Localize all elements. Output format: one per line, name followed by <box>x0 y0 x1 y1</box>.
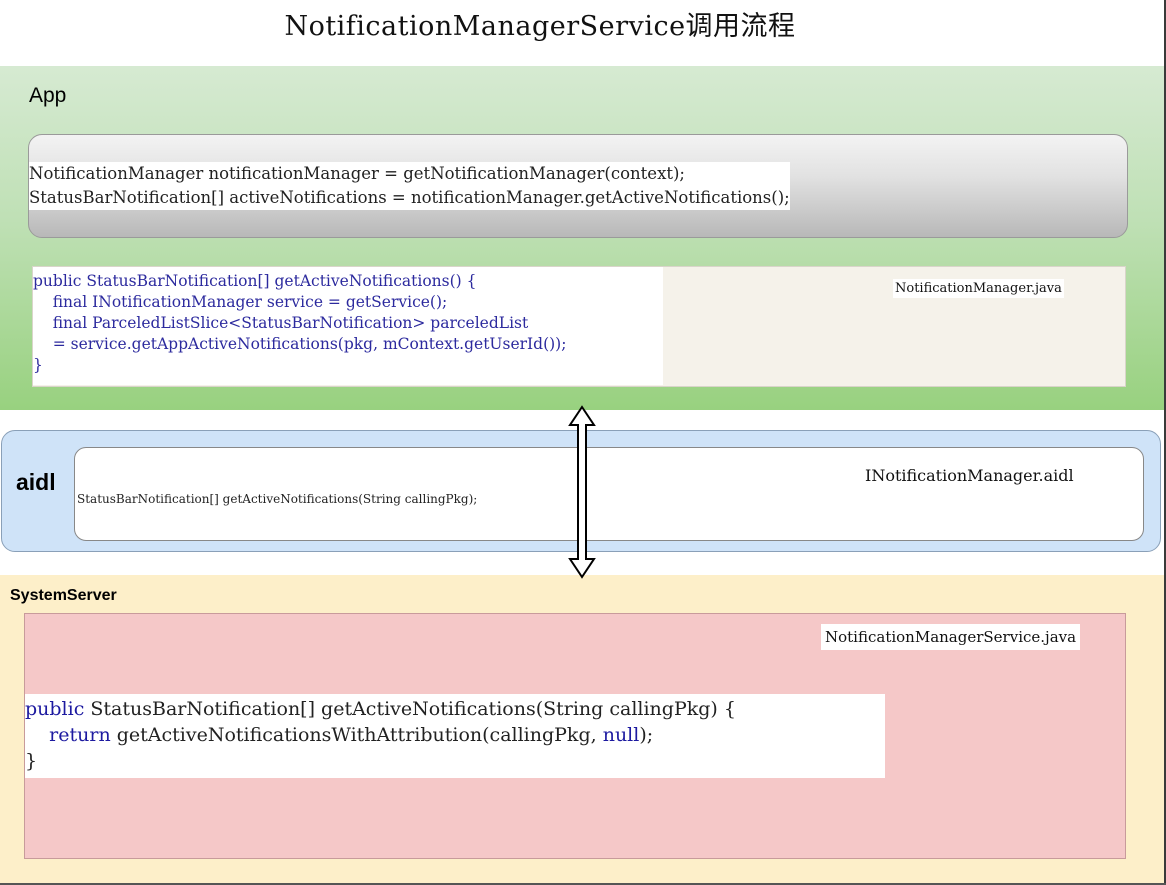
code-text: getActiveNotificationsWithAttribution(ca… <box>110 724 603 746</box>
aidl-code: StatusBarNotification[] getActiveNotific… <box>77 492 478 506</box>
code-line: public StatusBarNotification[] getActive… <box>33 272 477 290</box>
code-line: } <box>33 356 43 374</box>
ipc-double-arrow-icon <box>568 405 596 579</box>
aidl-interface-box: StatusBarNotification[] getActiveNotific… <box>74 447 1144 541</box>
code-line: final INotificationManager service = get… <box>33 293 448 311</box>
code-line: } <box>25 750 38 772</box>
app-call-code: NotificationManager notificationManager … <box>29 162 790 210</box>
keyword: return <box>49 724 111 746</box>
code-line: = service.getAppActiveNotifications(pkg,… <box>33 335 567 353</box>
app-layer-label: App <box>29 84 67 107</box>
app-call-line: NotificationManager notificationManager … <box>29 164 685 183</box>
notification-manager-code: public StatusBarNotification[] getActive… <box>33 267 663 385</box>
code-line: final ParceledListSlice<StatusBarNotific… <box>33 314 529 332</box>
code-text: ); <box>639 724 654 746</box>
app-call-box: NotificationManager notificationManager … <box>28 134 1128 238</box>
code-line: return getActiveNotificationsWithAttribu… <box>25 722 885 748</box>
file-label-nms: NotificationManagerService.java <box>821 624 1081 650</box>
nms-code: public StatusBarNotification[] getActive… <box>25 694 885 778</box>
aidl-layer-label: aidl <box>16 469 56 495</box>
app-call-line: StatusBarNotification[] activeNotificati… <box>29 188 790 207</box>
app-layer: App NotificationManager notificationMana… <box>0 66 1164 410</box>
keyword: public <box>25 698 85 720</box>
file-label-aidl: INotificationManager.aidl <box>861 464 1078 487</box>
notification-manager-service-box: NotificationManagerService.java public S… <box>24 613 1126 859</box>
code-line: public StatusBarNotification[] getActive… <box>25 696 885 722</box>
notification-manager-box: public StatusBarNotification[] getActive… <box>32 266 1126 387</box>
file-label-notification-manager: NotificationManager.java <box>893 279 1064 298</box>
system-server-layer: SystemServer NotificationManagerService.… <box>0 575 1164 883</box>
keyword: null <box>602 724 640 746</box>
diagram-title: NotificationManagerService调用流程 <box>284 11 796 42</box>
system-server-label: SystemServer <box>10 587 117 604</box>
code-text: StatusBarNotification[] getActiveNotific… <box>84 698 736 720</box>
